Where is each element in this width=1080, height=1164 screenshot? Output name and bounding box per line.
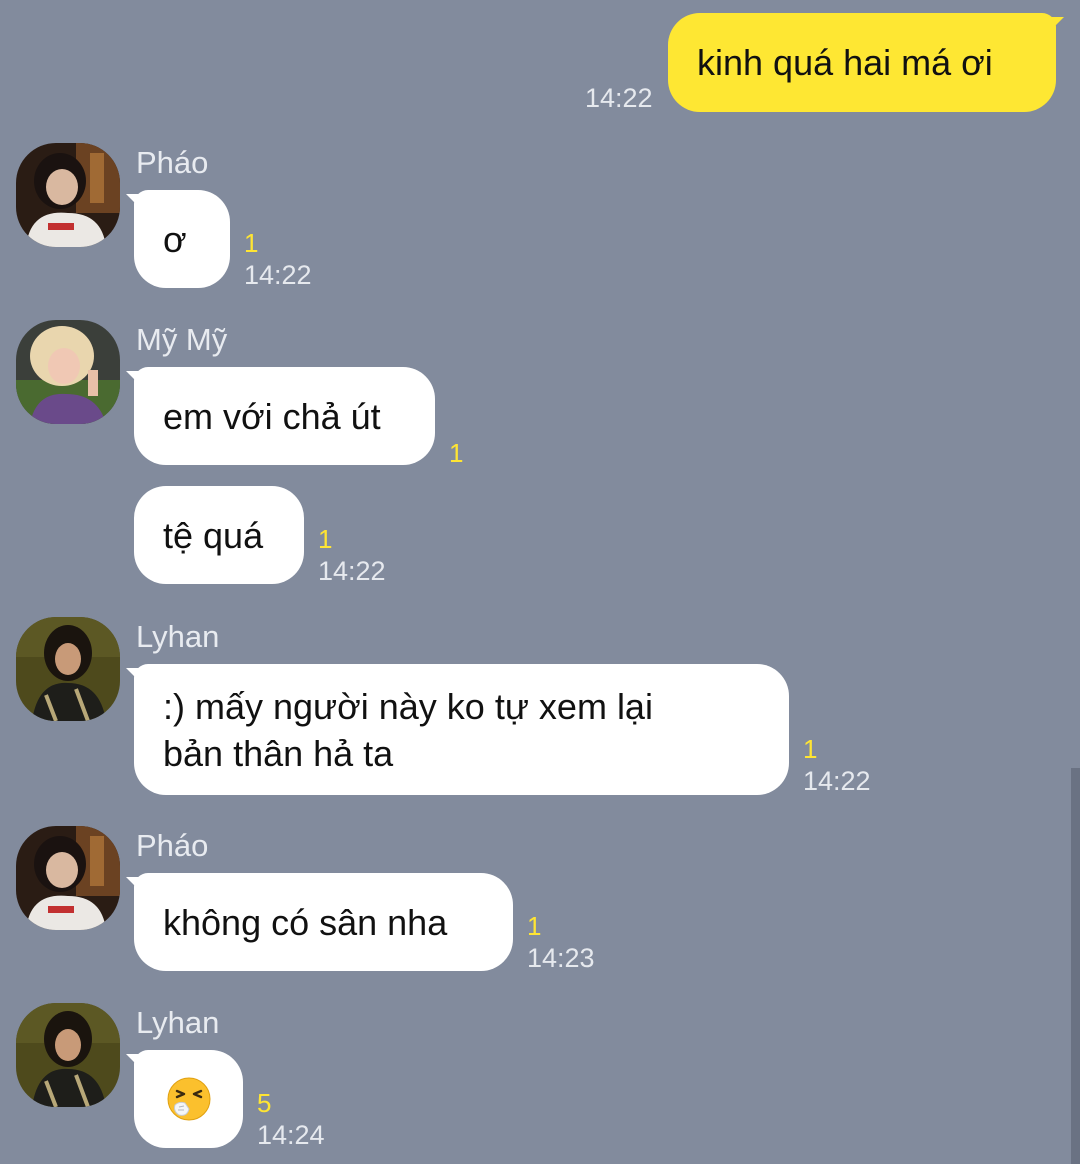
- sender-name: Mỹ Mỹ: [136, 322, 228, 357]
- message-time: 14:23: [527, 943, 595, 973]
- unread-count: 5: [257, 1088, 272, 1118]
- my-message-bubble[interactable]: kinh quá hai má ơi: [668, 13, 1056, 112]
- message-text: không có sân nha: [163, 901, 448, 943]
- message-text: ơ: [163, 218, 187, 260]
- message-text-line: bản thân hả ta: [163, 732, 394, 774]
- avatar-lyhan-image: [16, 617, 120, 721]
- sender-name: Pháo: [136, 145, 209, 180]
- message-text-line: :) mấy người này ko tự xem lại: [163, 685, 653, 727]
- unread-count: 1: [803, 734, 818, 764]
- avatar-phao-image: [16, 143, 120, 247]
- avatar-lyhan[interactable]: [16, 1003, 120, 1107]
- message-text: tệ quá: [163, 514, 264, 556]
- unread-count: 1: [244, 228, 259, 258]
- message-time: 14:22: [318, 556, 386, 586]
- avatar-phao[interactable]: [16, 826, 120, 930]
- message-bubble[interactable]: :) mấy người này ko tự xem lại bản thân …: [134, 664, 789, 795]
- sneezing-face-emoji-icon: [167, 1077, 210, 1121]
- message-bubble[interactable]: ơ: [134, 190, 230, 288]
- message-bubble[interactable]: không có sân nha: [134, 873, 513, 971]
- avatar-my-my[interactable]: [16, 320, 120, 424]
- message-text: kinh quá hai má ơi: [697, 42, 993, 83]
- avatar-lyhan-image: [16, 1003, 120, 1107]
- sender-name: Lyhan: [136, 619, 220, 654]
- message-time: 14:22: [244, 260, 312, 290]
- sender-name: Pháo: [136, 828, 209, 863]
- avatar-my-my-image: [16, 320, 120, 424]
- avatar-phao[interactable]: [16, 143, 120, 247]
- sender-name: Lyhan: [136, 1005, 220, 1040]
- avatar-phao-image: [16, 826, 120, 930]
- message-bubble[interactable]: [134, 1050, 243, 1148]
- message-text: em với chả út: [163, 395, 381, 437]
- unread-count: 1: [527, 911, 542, 941]
- message-bubble[interactable]: tệ quá: [134, 486, 304, 584]
- message-bubble[interactable]: em với chả út: [134, 367, 435, 465]
- message-time: 14:24: [257, 1120, 325, 1150]
- scrollbar[interactable]: [1071, 768, 1080, 1164]
- message-time: 14:22: [585, 83, 653, 113]
- unread-count: 1: [449, 438, 464, 468]
- unread-count: 1: [318, 524, 333, 554]
- avatar-lyhan[interactable]: [16, 617, 120, 721]
- message-time: 14:22: [803, 766, 871, 796]
